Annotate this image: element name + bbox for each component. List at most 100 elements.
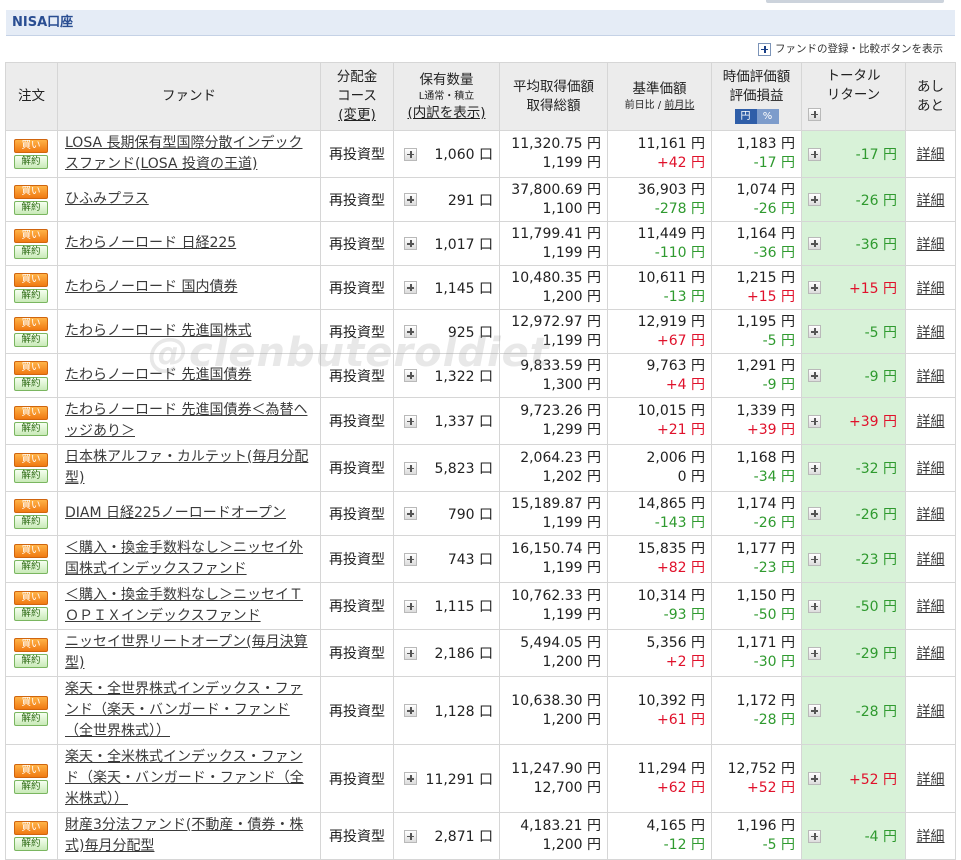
- buy-button[interactable]: 買い: [14, 228, 48, 243]
- buy-button[interactable]: 買い: [14, 695, 48, 710]
- fund-name-link[interactable]: ＜購入・換金手数料なし＞ニッセイＴＯＰＩＸインデックスファンド: [65, 587, 303, 624]
- sort-month-change-link[interactable]: 前月比: [664, 100, 694, 111]
- buy-button[interactable]: 買い: [14, 406, 48, 420]
- detail-link[interactable]: 詳細: [917, 507, 945, 523]
- fund-name-link[interactable]: 日本株アルファ・カルテット(毎月分配型): [65, 449, 308, 486]
- expand-quantity-icon[interactable]: [404, 704, 417, 717]
- sell-button[interactable]: 解約: [14, 469, 48, 483]
- buy-button[interactable]: 買い: [14, 139, 48, 153]
- buy-button[interactable]: 買い: [14, 763, 48, 778]
- sell-button[interactable]: 解約: [14, 514, 48, 529]
- sell-button[interactable]: 解約: [14, 200, 48, 215]
- detail-link[interactable]: 詳細: [917, 599, 945, 615]
- expand-total-return-icon[interactable]: [808, 414, 821, 428]
- expand-quantity-icon[interactable]: [404, 646, 417, 660]
- expand-quantity-icon[interactable]: [404, 772, 417, 785]
- detail-link[interactable]: 詳細: [917, 461, 945, 477]
- expand-total-return-icon[interactable]: [808, 552, 821, 566]
- unit-label: 口: [479, 646, 493, 662]
- detail-link[interactable]: 詳細: [917, 147, 945, 163]
- detail-link[interactable]: 詳細: [917, 704, 945, 720]
- expand-quantity-icon[interactable]: [404, 369, 417, 382]
- expand-total-return-icon[interactable]: [808, 461, 821, 475]
- expand-total-return-icon[interactable]: [808, 599, 821, 613]
- yen-percent-toggle[interactable]: 円%: [734, 109, 779, 124]
- toggle-yen[interactable]: 円: [734, 109, 757, 124]
- sell-button[interactable]: 解約: [14, 654, 48, 668]
- buy-button[interactable]: 買い: [14, 453, 48, 467]
- expand-quantity-icon[interactable]: [404, 507, 417, 520]
- sort-day-change-link[interactable]: 前日比: [625, 100, 655, 111]
- expand-total-return-icon[interactable]: [808, 829, 821, 843]
- fund-name-link[interactable]: 楽天・全世界株式インデックス・ファンド（楽天・バンガード・ファンド（全世界株式）…: [65, 681, 303, 739]
- sell-button[interactable]: 解約: [14, 422, 48, 436]
- sell-button[interactable]: 解約: [14, 244, 48, 259]
- detail-link[interactable]: 詳細: [917, 414, 945, 430]
- show-breakdown-link[interactable]: (内訳を表示): [394, 104, 499, 123]
- expand-quantity-icon[interactable]: [404, 147, 417, 161]
- fund-name-link[interactable]: ひふみプラス: [65, 191, 149, 207]
- fund-name-link[interactable]: たわらノーロード 国内債券: [65, 279, 237, 295]
- detail-link[interactable]: 詳細: [917, 193, 945, 209]
- expand-total-return-icon[interactable]: [808, 281, 821, 294]
- expand-quantity-icon[interactable]: [404, 325, 417, 338]
- fund-name-link[interactable]: DIAM 日経225ノーロードオープン: [65, 505, 286, 521]
- buy-button[interactable]: 買い: [14, 272, 48, 287]
- expand-quantity-icon[interactable]: [404, 599, 417, 613]
- sell-button[interactable]: 解約: [14, 837, 48, 851]
- expand-total-return-icon[interactable]: [808, 772, 821, 785]
- fund-name-link[interactable]: LOSA 長期保有型国際分散インデックスファンド(LOSA 投資の王道): [65, 135, 303, 172]
- expand-quantity-icon[interactable]: [404, 414, 417, 428]
- fund-name-link[interactable]: 財産3分法ファンド(不動産・債券・株式)毎月分配型: [65, 817, 303, 854]
- sell-button[interactable]: 解約: [14, 376, 48, 391]
- sell-button[interactable]: 解約: [14, 607, 48, 621]
- detail-link[interactable]: 詳細: [917, 281, 945, 297]
- buy-button[interactable]: 買い: [14, 498, 48, 513]
- detail-link[interactable]: 詳細: [917, 237, 945, 253]
- expand-total-return-icon[interactable]: [808, 646, 821, 660]
- expand-total-return-icon[interactable]: [808, 237, 821, 250]
- detail-link[interactable]: 詳細: [917, 829, 945, 845]
- buy-button[interactable]: 買い: [14, 591, 48, 605]
- buy-button[interactable]: 買い: [14, 360, 48, 375]
- expand-quantity-icon[interactable]: [404, 461, 417, 475]
- change-course-link[interactable]: (変更): [321, 106, 393, 125]
- show-registration-buttons-link[interactable]: ファンドの登録・比較ボタンを表示: [758, 41, 943, 57]
- expand-total-return-icon[interactable]: [808, 704, 821, 717]
- fund-name-link[interactable]: たわらノーロード 先進国債券: [65, 367, 251, 383]
- buy-button[interactable]: 買い: [14, 821, 48, 835]
- detail-link[interactable]: 詳細: [917, 325, 945, 341]
- buy-button[interactable]: 買い: [14, 544, 48, 558]
- detail-link[interactable]: 詳細: [917, 772, 945, 788]
- expand-total-return-icon[interactable]: [808, 193, 821, 206]
- sell-button[interactable]: 解約: [14, 711, 48, 726]
- sell-button[interactable]: 解約: [14, 779, 48, 794]
- detail-link[interactable]: 詳細: [917, 646, 945, 662]
- expand-quantity-icon[interactable]: [404, 281, 417, 294]
- expand-quantity-icon[interactable]: [404, 193, 417, 206]
- buy-button[interactable]: 買い: [14, 316, 48, 331]
- expand-total-return-icon[interactable]: [808, 325, 821, 338]
- fund-name-link[interactable]: 楽天・全米株式インデックス・ファンド（楽天・バンガード・ファンド（全米株式））: [65, 749, 304, 807]
- expand-total-return-icon[interactable]: [808, 507, 821, 520]
- toggle-percent[interactable]: %: [756, 109, 779, 124]
- detail-link[interactable]: 詳細: [917, 369, 945, 385]
- sell-button[interactable]: 解約: [14, 560, 48, 574]
- expand-quantity-icon[interactable]: [404, 237, 417, 250]
- fund-name-link[interactable]: ＜購入・換金手数料なし＞ニッセイ外国株式インデックスファンド: [65, 540, 303, 577]
- expand-total-return-icon[interactable]: [808, 369, 821, 382]
- expand-quantity-icon[interactable]: [404, 829, 417, 843]
- buy-button[interactable]: 買い: [14, 184, 48, 199]
- expand-total-return-icon[interactable]: [808, 147, 821, 161]
- sell-button[interactable]: 解約: [14, 288, 48, 303]
- detail-link[interactable]: 詳細: [917, 552, 945, 568]
- expand-quantity-icon[interactable]: [404, 552, 417, 566]
- fund-name-link[interactable]: たわらノーロード 先進国債券＜為替ヘッジあり＞: [65, 402, 307, 439]
- sell-button[interactable]: 解約: [14, 155, 48, 169]
- fund-name-link[interactable]: たわらノーロード 日経225: [65, 235, 236, 251]
- fund-name-link[interactable]: ニッセイ世界リートオープン(毎月決算型): [65, 634, 308, 671]
- sell-button[interactable]: 解約: [14, 332, 48, 347]
- expand-total-return-icon[interactable]: [808, 107, 821, 121]
- fund-name-link[interactable]: たわらノーロード 先進国株式: [65, 323, 251, 339]
- buy-button[interactable]: 買い: [14, 638, 48, 652]
